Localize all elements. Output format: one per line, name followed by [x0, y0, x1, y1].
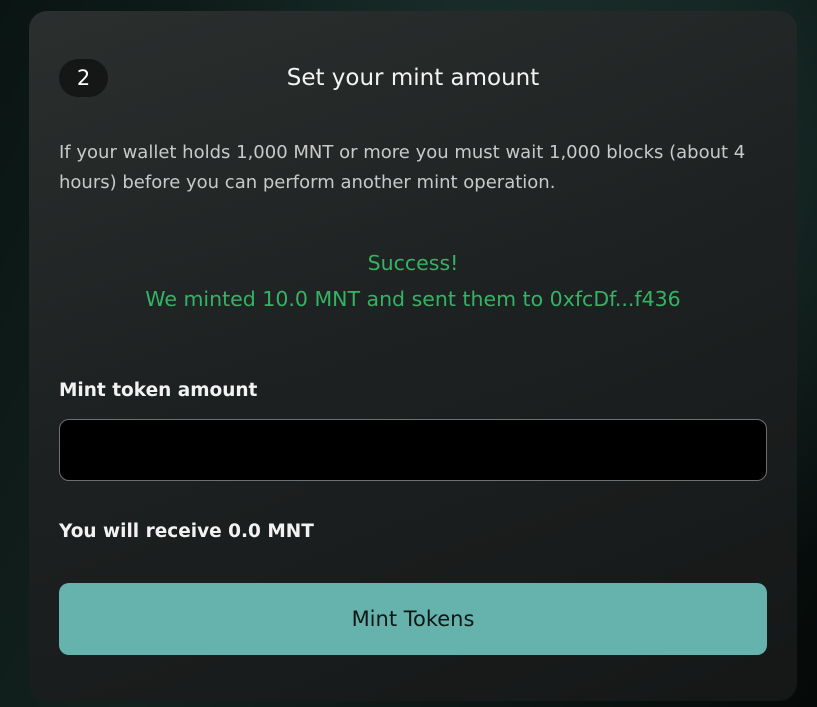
mint-description: If your wallet holds 1,000 MNT or more y… — [59, 142, 746, 193]
success-headline: Success! — [367, 251, 459, 275]
receive-amount-text: You will receive 0.0 MNT — [59, 521, 314, 542]
step-title: Set your mint amount — [286, 65, 540, 91]
success-message-block: Success! We minted 10.0 MNT and sent the… — [29, 245, 797, 317]
success-detail: We minted 10.0 MNT and sent them to 0xfc… — [145, 287, 681, 311]
mint-amount-input[interactable] — [59, 419, 767, 481]
mint-amount-label: Mint token amount — [59, 380, 258, 401]
mint-card: 2 Set your mint amount If your wallet ho… — [29, 11, 797, 701]
mint-tokens-button[interactable]: Mint Tokens — [59, 583, 767, 655]
